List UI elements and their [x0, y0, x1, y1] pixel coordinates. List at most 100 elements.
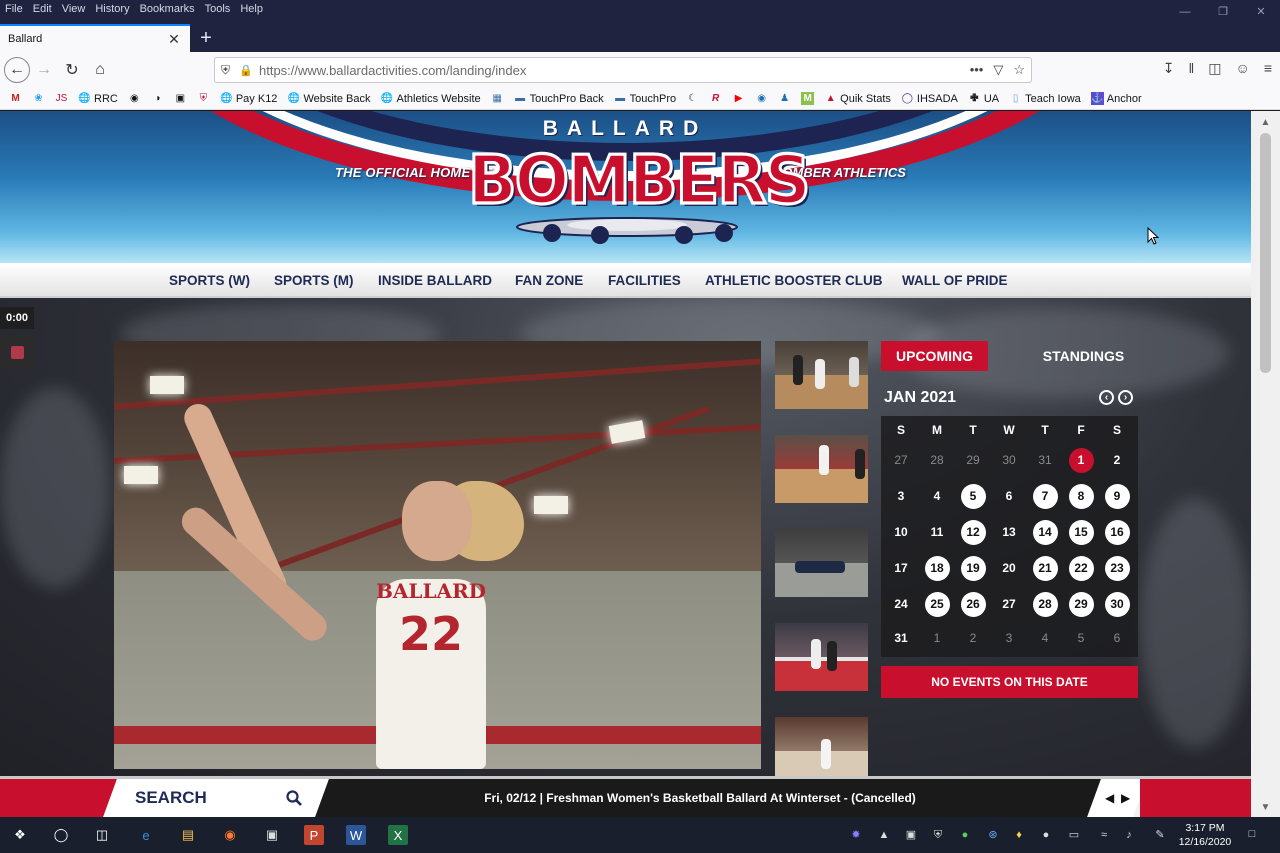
menu-history[interactable]: History	[90, 0, 134, 18]
thumbnail-5[interactable]	[775, 717, 868, 776]
bookmark-image[interactable]: ▦	[488, 92, 507, 105]
calendar-day[interactable]: 23	[1099, 556, 1135, 586]
calendar-day[interactable]: 22	[1063, 556, 1099, 586]
bookmark-teach-iowa[interactable]: ▯ Teach Iowa	[1006, 92, 1084, 105]
calendar-day[interactable]: 24	[883, 592, 919, 622]
calendar-day[interactable]: 10	[883, 520, 919, 550]
microphone-icon[interactable]: ●	[1038, 827, 1054, 843]
calendar-day[interactable]: 19	[955, 556, 991, 586]
tab-standings[interactable]: STANDINGS	[1031, 341, 1136, 371]
nav-sports-women[interactable]: SPORTS (W)	[169, 263, 250, 298]
bookmark-touchpro[interactable]: ▬ TouchPro	[611, 92, 679, 105]
logo-ballard-text[interactable]: BALLARD	[465, 117, 785, 141]
volume-icon[interactable]: ♪	[1121, 827, 1137, 843]
scroll-up-icon[interactable]: ▲	[1251, 117, 1280, 128]
tracking-shield-icon[interactable]: ⛨	[221, 63, 239, 78]
calendar-day[interactable]: 1	[1063, 448, 1099, 478]
lock-icon[interactable]: 🔒	[239, 64, 259, 77]
file-explorer-icon[interactable]: ▤	[178, 825, 198, 845]
calendar-day[interactable]: 29	[1063, 592, 1099, 622]
bluetooth-icon[interactable]: ⊛	[985, 827, 1001, 843]
tab-close-icon[interactable]: ✕	[166, 31, 182, 48]
calendar-day[interactable]: 7	[1027, 484, 1063, 514]
pen-icon[interactable]: ✎	[1152, 827, 1168, 843]
calendar-day[interactable]: 2	[1099, 448, 1135, 478]
hamburger-menu-icon[interactable]: ≡	[1264, 60, 1272, 77]
tray-app-icon[interactable]: ✸	[848, 827, 864, 843]
back-icon[interactable]: ←	[4, 57, 30, 83]
bookmark-js[interactable]: JS	[52, 92, 71, 105]
bookmark-square[interactable]: ▣	[171, 92, 190, 105]
calendar-day[interactable]: 14	[1027, 520, 1063, 550]
nav-athletic-booster-club[interactable]: ATHLETIC BOOSTER CLUB	[705, 263, 883, 298]
calendar-day[interactable]: 13	[991, 520, 1027, 550]
bookmark-touchpro-back[interactable]: ▬ TouchPro Back	[511, 92, 607, 105]
thumbnail-1[interactable]	[775, 341, 868, 409]
bookmark-moon[interactable]: ☾	[683, 92, 702, 105]
ticker-next-icon[interactable]: ▶	[1121, 779, 1130, 817]
windows-start-icon[interactable]: ❖	[10, 825, 30, 845]
nav-inside-ballard[interactable]: INSIDE BALLARD	[378, 263, 492, 298]
stop-recording-button[interactable]	[0, 335, 34, 369]
home-icon[interactable]: ⌂	[86, 56, 114, 84]
excel-icon[interactable]: X	[388, 825, 408, 845]
edge-icon[interactable]: e	[136, 825, 156, 845]
calendar-day[interactable]: 28	[1027, 592, 1063, 622]
thumbnail-3[interactable]	[775, 529, 868, 597]
calendar-day[interactable]: 21	[1027, 556, 1063, 586]
powerpoint-icon[interactable]: P	[304, 825, 324, 845]
tray-sync-icon[interactable]: ●	[957, 827, 973, 843]
tray-display-icon[interactable]: ▣	[903, 827, 919, 843]
calendar-day[interactable]: 18	[919, 556, 955, 586]
bookmark-m[interactable]: M	[798, 92, 817, 105]
calendar-day[interactable]: 30	[1099, 592, 1135, 622]
scroll-thumb[interactable]	[1260, 133, 1271, 373]
calendar-day[interactable]: 25	[919, 592, 955, 622]
nav-facilities[interactable]: FACILITIES	[608, 263, 681, 298]
bookmark-people[interactable]: ♟	[775, 92, 794, 105]
calendar-day[interactable]: 20	[991, 556, 1027, 586]
scroll-down-icon[interactable]: ▼	[1251, 802, 1280, 813]
address-bar[interactable]: ⛨ 🔒 ••• ▽ ☆	[214, 57, 1032, 83]
search-icon[interactable]	[286, 790, 302, 806]
calendar-day[interactable]: 6	[991, 484, 1027, 514]
menu-file[interactable]: File	[0, 0, 28, 18]
bookmark-website-back[interactable]: 🌐 Website Back	[284, 92, 373, 105]
bookmark-seal[interactable]: ◉	[125, 92, 144, 105]
taskbar-clock[interactable]: 3:17 PM 12/16/2020	[1174, 821, 1236, 849]
calendar-day[interactable]: 5	[955, 484, 991, 514]
ticker-news-text[interactable]: Fri, 02/12 | Freshman Women's Basketball…	[340, 779, 1060, 817]
calendar-day[interactable]: 15	[1063, 520, 1099, 550]
bookmark-half[interactable]: ◑	[148, 92, 167, 105]
calendar-day[interactable]: 11	[919, 520, 955, 550]
thumbnail-4[interactable]	[775, 623, 868, 691]
downloads-icon[interactable]: ↧	[1163, 60, 1175, 77]
menu-view[interactable]: View	[57, 0, 91, 18]
calendar-day[interactable]: 9	[1099, 484, 1135, 514]
ticker-prev-icon[interactable]: ◀	[1105, 779, 1114, 817]
page-scrollbar[interactable]: ▲ ▼	[1251, 111, 1280, 817]
url-input[interactable]	[259, 62, 970, 78]
bookmark-quik-stats[interactable]: ▲ Quik Stats	[821, 92, 894, 105]
bookmark-anchor[interactable]: ⚓ Anchor	[1088, 92, 1145, 105]
thumbnail-2[interactable]	[775, 435, 868, 503]
browser-tab[interactable]: Ballard ✕	[0, 24, 190, 52]
notifications-icon[interactable]: □	[1244, 826, 1260, 842]
battery-icon[interactable]: ▭	[1066, 827, 1082, 843]
search-circle-icon[interactable]: ◯	[51, 825, 71, 845]
store-icon[interactable]: ▣	[262, 825, 282, 845]
bookmark-shield[interactable]: ⛨	[194, 92, 213, 105]
bookmark-athletics-website[interactable]: 🌐 Athletics Website	[378, 92, 484, 105]
calendar-day[interactable]: 3	[883, 484, 919, 514]
bookmark-circle[interactable]: ◉	[752, 92, 771, 105]
bookmark-payk12[interactable]: 🌐 Pay K12	[217, 92, 281, 105]
menu-tools[interactable]: Tools	[200, 0, 236, 18]
calendar-day[interactable]: 27	[991, 592, 1027, 622]
menu-help[interactable]: Help	[235, 0, 268, 18]
reload-icon[interactable]: ↻	[58, 56, 86, 84]
calendar-day[interactable]: 17	[883, 556, 919, 586]
library-icon[interactable]: ‖	[1189, 60, 1195, 77]
bookmark-youtube[interactable]: ▶	[729, 92, 748, 105]
forward-icon[interactable]: →	[30, 56, 58, 84]
menu-bookmarks[interactable]: Bookmarks	[135, 0, 200, 18]
